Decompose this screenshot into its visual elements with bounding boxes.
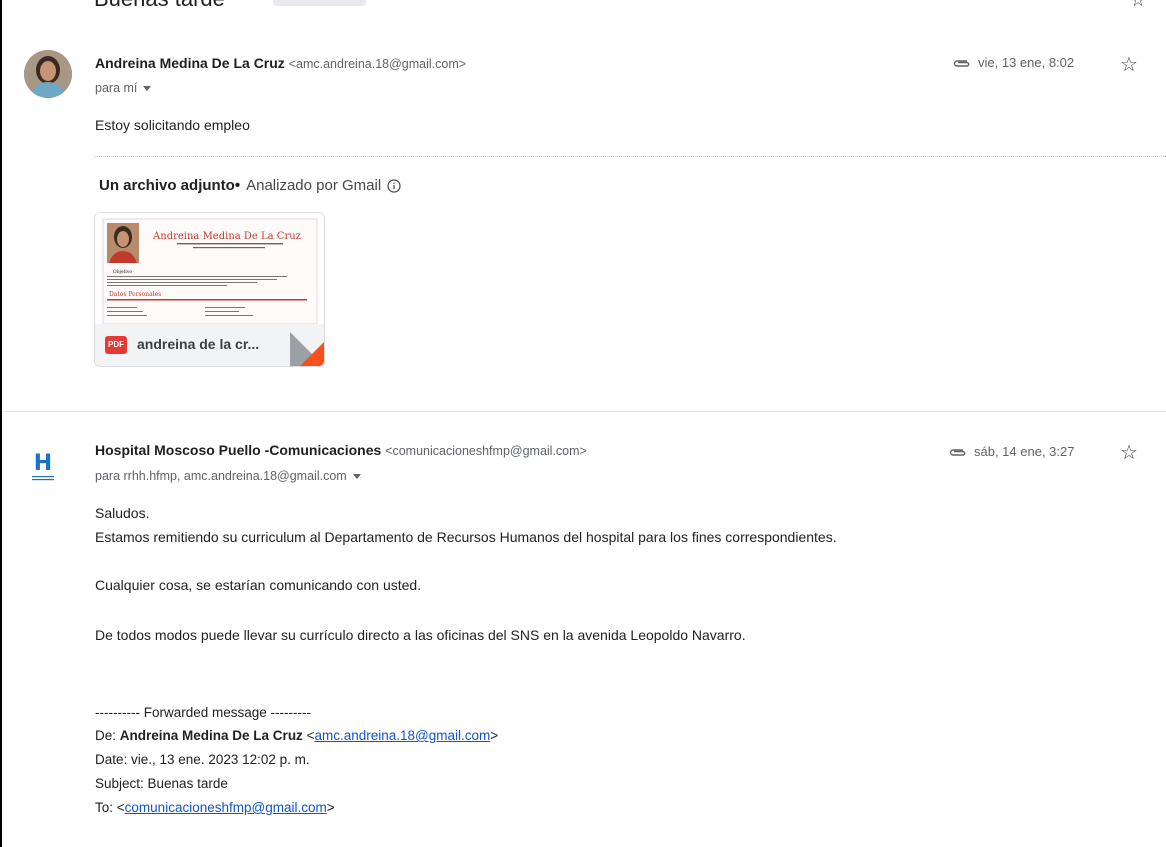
info-icon[interactable]	[387, 178, 401, 193]
forwarded-subject: Subject: Buenas tarde	[95, 776, 228, 791]
recipients-text: para mí	[95, 81, 138, 95]
attachment-footer[interactable]: PDF andreina de la cr...	[95, 324, 324, 366]
attachments-count: Un archivo adjunto	[99, 177, 235, 194]
attachment-file-name[interactable]: andreina de la cr...	[137, 336, 259, 352]
email-thread: Buenas tarde ☆ Andreina Medina De La Cru…	[0, 0, 1166, 847]
hospital-logo[interactable]: H	[30, 446, 56, 486]
body-line-1: Saludos.	[95, 505, 150, 521]
star-icon[interactable]: ☆	[1120, 443, 1138, 463]
recipients-text-2: para rrhh.hfmp, amc.andreina.18@gmail.co…	[95, 469, 347, 483]
forwarded-from: De: Andreina Medina De La Cruz <amc.andr…	[95, 728, 499, 743]
forwarded-from-email-link[interactable]: amc.andreina.18@gmail.com	[314, 728, 490, 743]
message-meta: vie, 13 ene, 8:02	[952, 55, 1074, 70]
message-body: Estoy solicitando empleo	[95, 117, 250, 133]
body-line-4: De todos modos puede llevar su currículo…	[95, 627, 746, 643]
thread-subject: Buenas tarde	[94, 0, 225, 12]
page-fold-accent	[300, 342, 324, 366]
pdf-icon: PDF	[105, 336, 127, 354]
star-icon[interactable]: ☆	[1120, 55, 1138, 75]
attachment-preview[interactable]: Andreina Medina De La Cruz Objetivo Dato…	[95, 213, 324, 325]
thread-star-icon[interactable]: ☆	[1130, 0, 1146, 11]
recipients-toggle-2[interactable]: para rrhh.hfmp, amc.andreina.18@gmail.co…	[95, 469, 361, 483]
forwarded-from-label: De:	[95, 728, 117, 743]
forwarded-date: Date: vie., 13 ene. 2023 12:02 p. m.	[95, 752, 310, 767]
attachments-divider	[95, 156, 1166, 157]
scanned-label: Analizado por Gmail	[246, 177, 382, 194]
attachments-separator: •	[234, 177, 241, 194]
forwarded-to: To: <comunicacioneshfmp@gmail.com>	[95, 800, 335, 815]
message-date[interactable]: vie, 13 ene, 8:02	[978, 55, 1074, 70]
sender-line: Andreina Medina De La Cruz <amc.andreina…	[95, 55, 466, 71]
body-line-2: Estamos remitiendo su curriculum al Depa…	[95, 529, 837, 545]
forwarded-from-name: Andreina Medina De La Cruz	[119, 728, 303, 743]
preview-name: Andreina Medina De La Cruz	[152, 231, 301, 242]
sender-line-2: Hospital Moscoso Puello -Comunicaciones …	[95, 442, 587, 458]
preview-personal: Datos Personales	[109, 291, 161, 298]
recipients-toggle[interactable]: para mí	[95, 81, 152, 95]
attachment-clip-icon	[949, 448, 966, 456]
forwarded-to-email-link[interactable]: comunicacioneshfmp@gmail.com	[125, 800, 327, 815]
sender-name-2[interactable]: Hospital Moscoso Puello -Comunicaciones	[95, 442, 381, 458]
attachment-card[interactable]: Andreina Medina De La Cruz Objetivo Dato…	[94, 212, 325, 367]
inbox-label-chip[interactable]	[273, 0, 366, 6]
attachment-clip-icon	[953, 59, 970, 67]
sender-name[interactable]: Andreina Medina De La Cruz	[95, 55, 285, 71]
message-date-2[interactable]: sáb, 14 ene, 3:27	[974, 444, 1074, 459]
message-meta-2: sáb, 14 ene, 3:27	[948, 444, 1074, 459]
hospital-logo-letter: H	[34, 451, 52, 476]
attachments-heading: Un archivo adjunto • Analizado por Gmail	[99, 177, 401, 194]
sender-email: <amc.andreina.18@gmail.com>	[288, 57, 467, 71]
forwarded-to-label: To:	[95, 800, 114, 815]
body-line-3: Cualquier cosa, se estarían comunicando …	[95, 577, 422, 593]
caret-down-icon[interactable]	[143, 86, 152, 92]
message-divider	[4, 411, 1166, 412]
sender-avatar[interactable]	[24, 50, 72, 98]
sender-email-2: <comunicacioneshfmp@gmail.com>	[385, 444, 587, 458]
forwarded-header: ---------- Forwarded message ---------	[95, 705, 311, 720]
caret-down-icon[interactable]	[352, 474, 361, 480]
preview-objective: Objetivo	[113, 269, 132, 275]
